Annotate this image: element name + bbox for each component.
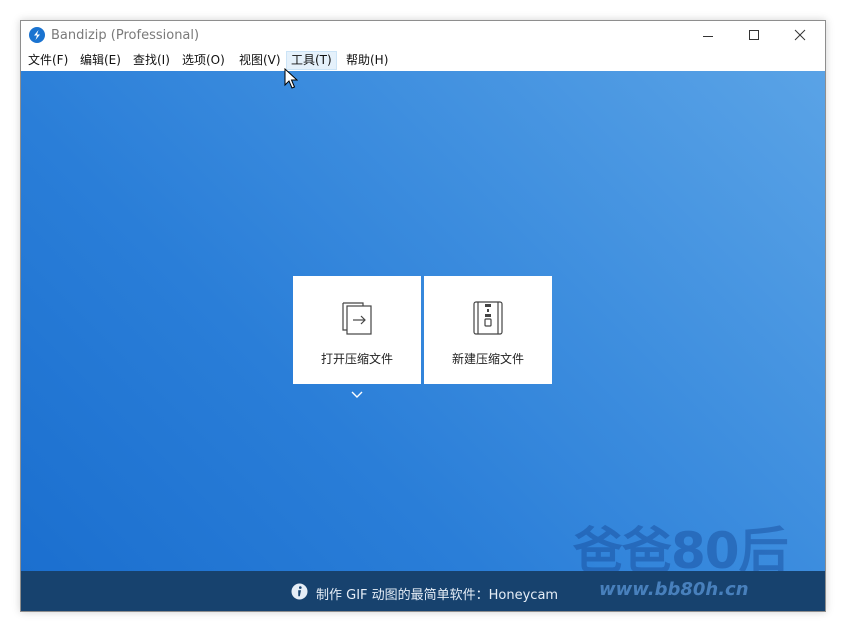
chevron-down-icon[interactable] (351, 391, 363, 399)
menu-file[interactable]: 文件(F) (24, 51, 72, 70)
app-window: Bandizip (Professional) 文件(F) 编辑(E) 查找(I… (20, 20, 826, 612)
bandizip-logo-icon (29, 27, 45, 43)
open-archive-icon (342, 302, 372, 335)
title-bar[interactable]: Bandizip (Professional) (21, 21, 825, 50)
maximize-button[interactable] (732, 21, 778, 50)
watermark-title: 爸爸80后 (573, 522, 789, 571)
menu-edit[interactable]: 编辑(E) (76, 51, 125, 70)
menu-options[interactable]: 选项(O) (178, 51, 229, 70)
close-button[interactable] (778, 21, 824, 50)
menu-view[interactable]: 视图(V) (235, 51, 285, 70)
open-archive-label: 打开压缩文件 (320, 352, 393, 366)
main-area: 打开压缩文件 新建压缩文件 爸爸80后 (21, 71, 825, 571)
info-icon (291, 583, 308, 600)
minimize-button[interactable] (686, 21, 732, 50)
window-title: Bandizip (Professional) (51, 28, 200, 43)
menu-bar: 文件(F) 编辑(E) 查找(I) 选项(O) 视图(V) 工具(T) 帮助(H… (21, 50, 825, 71)
watermark-url: www.bb80h.cn (599, 579, 749, 600)
new-archive-label: 新建压缩文件 (451, 352, 524, 366)
tip-bar[interactable]: 制作 GIF 动图的最简单软件：Honeycam www.bb80h.cn (21, 571, 825, 611)
tip-text: 制作 GIF 动图的最简单软件：Honeycam (316, 588, 559, 603)
open-archive-button[interactable]: 打开压缩文件 (293, 276, 421, 384)
new-archive-icon (473, 301, 503, 335)
mouse-cursor-icon (284, 68, 298, 89)
menu-find[interactable]: 查找(I) (129, 51, 174, 70)
menu-help[interactable]: 帮助(H) (342, 51, 392, 70)
new-archive-button[interactable]: 新建压缩文件 (424, 276, 552, 384)
